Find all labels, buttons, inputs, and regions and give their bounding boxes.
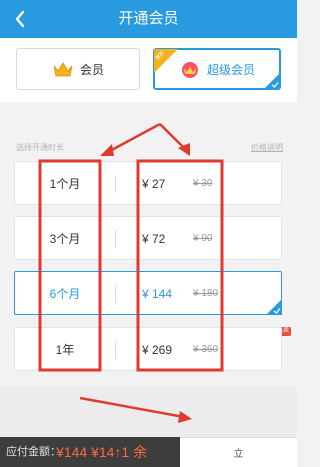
crown-icon [53,62,73,77]
duration-section-label: 选择开通时长 [16,143,64,152]
selected-check-icon [264,73,280,89]
member-type-card-super[interactable]: 推荐 超级会员 [153,48,281,90]
plan-duration: 1年 [55,343,75,357]
super-crown-icon [181,62,198,78]
plan-row-1-year[interactable]: 1年 ¥ 269 ¥ 360 [14,327,282,371]
plan-original-price: ¥ 180 [193,288,219,299]
plan-row-3-month[interactable]: 3个月 ¥ 72 ¥ 90 [14,216,282,260]
divider [115,230,116,248]
annotation-arrow-left [100,122,161,156]
amount-value: ¥144 ¥14↑1 余 [56,444,148,460]
plan-original-price: ¥ 90 [193,233,213,244]
selected-check-icon [266,299,282,315]
plan-original-price: ¥ 360 [193,344,219,355]
app-header: 开通会员 [0,0,297,38]
divider [115,285,116,303]
page-title: 开通会员 [118,10,179,27]
plan-duration: 6个月 [49,287,81,301]
pay-button[interactable]: 立 [180,437,297,467]
member-type-card-basic[interactable]: 会员 [16,48,140,90]
amount-label: 应付金额： [6,446,61,458]
divider [115,175,116,193]
divider [115,341,116,359]
spacer-band [0,386,297,437]
plan-row-1-month[interactable]: 1个月 ¥ 27 ¥ 30 [14,161,282,205]
plan-price: ¥ 269 [142,343,173,357]
plan-price: ¥ 72 [142,232,166,246]
plan-duration: 3个月 [49,232,81,246]
plan-price: ¥ 27 [142,177,166,191]
plan-row-6-month[interactable]: 6个月 ¥ 144 ¥ 180 [14,271,282,315]
plan-original-price: ¥ 30 [193,178,213,189]
annotation-arrow-right [159,123,190,156]
recommend-tag: 推荐 [154,49,178,73]
price-help-link[interactable]: 价格说明 [251,142,283,153]
member-type-label: 超级会员 [206,62,255,77]
member-type-label: 会员 [79,62,104,77]
plan-duration: 1个月 [49,177,81,191]
plan-price: ¥ 144 [142,287,173,301]
membership-type-selector: 会员 推荐 超级会员 [0,38,297,102]
